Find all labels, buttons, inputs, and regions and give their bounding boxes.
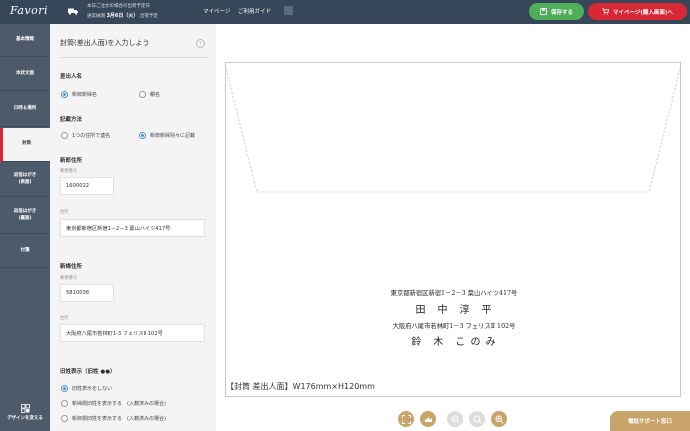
zoom-in-icon[interactable] [491, 411, 507, 427]
radio-label: 新郎側旧姓を表示する (入籍済みの場合) [72, 416, 166, 422]
method-radio-separate[interactable]: 新郎新婦別々に記載 [139, 132, 195, 139]
radio-label: 親名 [150, 92, 161, 98]
nav-guide-link[interactable]: ご利用ガイド [238, 7, 271, 15]
sender-section-heading: 差出人名 [60, 74, 83, 80]
shipping-suffix: 出荷予定 [139, 14, 158, 19]
oldname-section-heading: 旧姓表示（旧姓 ●●） [60, 369, 116, 375]
divider [60, 57, 208, 58]
sidebar-item-main-text[interactable]: 本状文面 [0, 58, 50, 91]
shipping-prefix: 通常納期 [87, 14, 105, 19]
sender-radio-parents[interactable]: 親名 [139, 91, 160, 98]
bride-postal-label: 郵便番号 [60, 276, 78, 281]
method-radio-joint[interactable]: 1つの住所で連名 [61, 132, 110, 139]
shipping-info-line1: 本日ご注文の場合の出荷予定日 [87, 4, 150, 9]
zoom-out-icon[interactable] [447, 411, 463, 427]
phone-support-button[interactable]: 電話サポート窓口 [610, 411, 690, 431]
nav-mypage-link[interactable]: マイページ [203, 7, 230, 15]
oldname-radio-none[interactable]: 旧姓表示をしない [61, 385, 112, 392]
bride-address-input[interactable]: 大阪府八尾市若林町1-3 フェリスⅡ 102号 [60, 324, 205, 342]
oldname-radio-groom[interactable]: 新郎側旧姓を表示する (入籍済みの場合) [61, 415, 166, 422]
page-title: 封筒(差出人面)を入力しよう [60, 39, 150, 47]
oldname-radio-bride[interactable]: 新婦側旧姓を表示する (入籍済みの場合) [61, 400, 166, 407]
shipping-info-line2: 通常納期 3月6日（火） 出荷予定 [87, 12, 158, 19]
sidebar-item-datetime-place[interactable]: 日時＆場所 [0, 92, 50, 127]
radio-checked-icon [61, 385, 68, 392]
truck-icon [68, 8, 78, 15]
crown-icon[interactable] [420, 411, 436, 427]
cart-icon [602, 8, 610, 15]
radio-label: 新郎新婦名 [72, 92, 98, 98]
design-icon [20, 404, 30, 413]
step-sidebar: 基本情報 本状文面 日時＆場所 封筒 返信はがき (表面) 返信はがき (裏面)… [0, 24, 50, 431]
bride-address-heading: 新婦住所 [60, 264, 83, 270]
sidebar-item-reply-card-front[interactable]: 返信はがき (表面) [0, 163, 50, 197]
sidebar-item-fusen[interactable]: 付箋 [0, 235, 50, 268]
change-design-button[interactable]: デザインを変える [0, 399, 50, 431]
radio-label: 旧姓表示をしない [72, 386, 113, 392]
groom-address-heading: 新郎住所 [60, 158, 83, 164]
fullscreen-icon[interactable] [398, 411, 414, 427]
shipping-date: 3月6日（火） [106, 13, 139, 19]
save-button[interactable]: 保存する [529, 3, 584, 20]
envelope-form-panel: 封筒(差出人面)を入力しよう ? 差出人名 新郎新婦名 親名 記載方法 1つの住… [50, 24, 216, 431]
radio-unchecked-icon [61, 415, 68, 422]
help-icon[interactable]: ? [196, 39, 205, 48]
sidebar-item-reply-card-back[interactable]: 返信はがき (裏面) [0, 198, 50, 234]
radio-label: 新婦側旧姓を表示する (入籍済みの場合) [72, 401, 166, 407]
sidebar-item-envelope[interactable]: 封筒 [0, 128, 50, 162]
groom-postal-input[interactable]: 1600022 [60, 177, 114, 195]
groom-address-input[interactable]: 東京都新宿区新宿1－2－3 葉山ハイツ417号 [60, 219, 205, 237]
save-icon [540, 8, 547, 15]
radio-label: 1つの住所で連名 [72, 133, 111, 139]
envelope-preview-area: 東京都新宿区新宿1－2－3 葉山ハイツ417号 田 中 淳 平 大阪府八尾市若林… [216, 24, 690, 431]
mypage-button-label: マイページ(購入画面)へ [613, 9, 673, 16]
bride-address-label: 住所 [60, 316, 69, 321]
sender-radio-couple[interactable]: 新郎新婦名 [61, 91, 97, 98]
method-section-heading: 記載方法 [60, 117, 83, 123]
sidebar-item-basic-info[interactable]: 基本情報 [0, 24, 50, 57]
groom-postal-label: 郵便番号 [60, 169, 78, 174]
radio-unchecked-icon [61, 400, 68, 407]
radio-label: 新郎新婦別々に記載 [150, 133, 196, 139]
top-header: Favori 本日ご注文の場合の出荷予定日 通常納期 3月6日（火） 出荷予定 … [0, 0, 690, 24]
groom-address-label: 住所 [60, 210, 69, 215]
change-design-label: デザインを変える [7, 416, 43, 421]
radio-unchecked-icon [139, 91, 146, 98]
envelope-flap-outline [225, 64, 681, 193]
radio-checked-icon [139, 132, 146, 139]
envelope-size-caption: 【封筒 差出人面】W176mm×H120mm [226, 382, 375, 391]
favori-logo[interactable]: Favori [10, 4, 48, 17]
mypage-purchase-button[interactable]: マイページ(購入画面)へ [588, 3, 687, 20]
checkbox-icon[interactable] [284, 6, 293, 15]
save-button-label: 保存する [550, 9, 573, 16]
radio-unchecked-icon [61, 132, 68, 139]
zoom-reset-icon[interactable] [469, 411, 485, 427]
bride-postal-input[interactable]: 5810038 [60, 284, 114, 302]
radio-checked-icon [61, 91, 68, 98]
